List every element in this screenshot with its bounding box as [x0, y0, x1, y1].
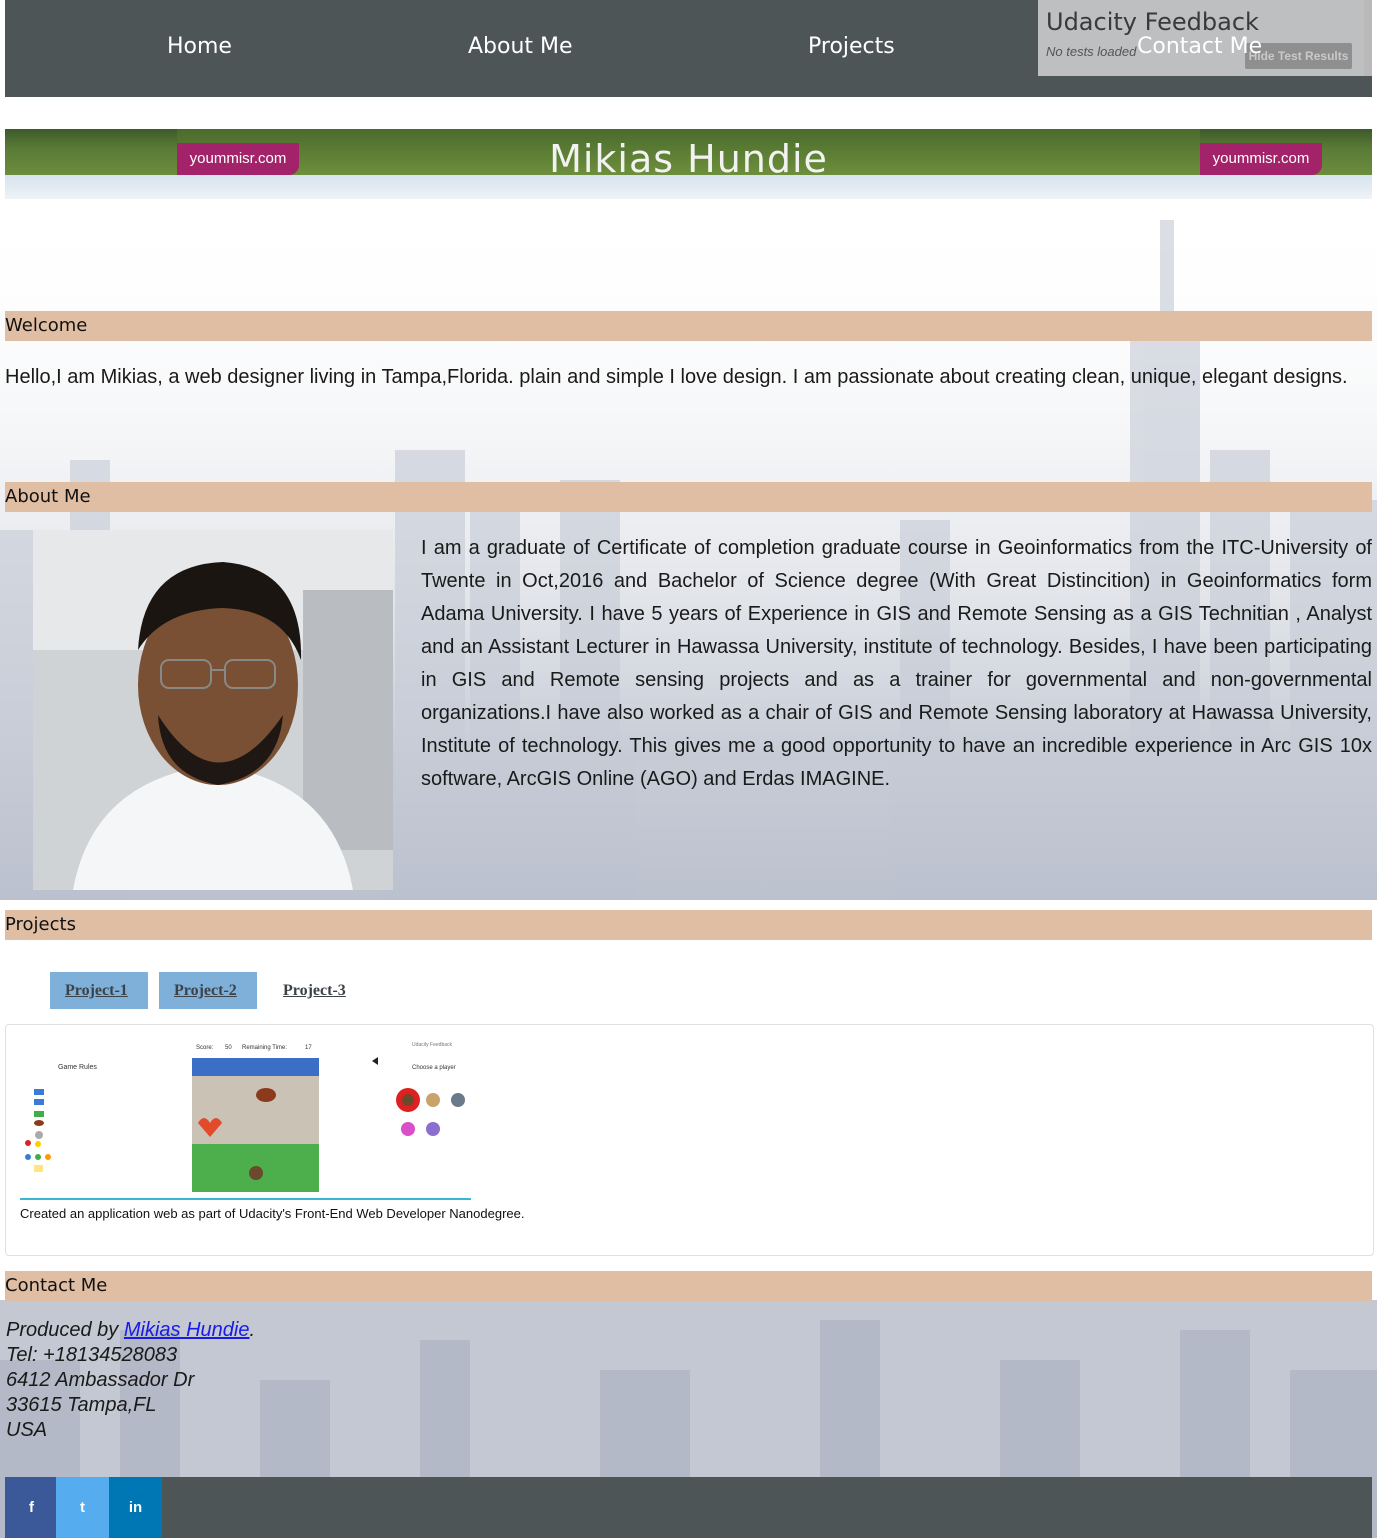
site-title: Mikias Hundie — [549, 137, 828, 181]
feedback-scrollbar[interactable] — [1364, 0, 1372, 76]
welcome-header: Welcome — [5, 311, 1372, 341]
contact-info: Produced by Mikias Hundie. Tel: +1813452… — [6, 1318, 255, 1443]
about-text: I am a graduate of Certificate of comple… — [421, 537, 1372, 790]
header-banner: yoummisr.com yoummisr.com Mikias Hundie — [5, 129, 1372, 199]
preview-time-label: Remaining Time: — [242, 1045, 287, 1051]
linkedin-icon[interactable]: in — [109, 1477, 162, 1538]
twitter-icon[interactable]: t — [56, 1477, 109, 1538]
contact-city: 33615 Tampa,FL — [6, 1394, 157, 1416]
welcome-text: Hello,I am Mikias, a web designer living… — [5, 366, 1348, 388]
contact-header: Contact Me — [5, 1271, 1372, 1301]
preview-mini-feedback: Udacity Feedback — [412, 1042, 453, 1048]
produced-by-line: Produced by Mikias Hundie. — [6, 1318, 255, 1343]
project-caption: Created an application web as part of Ud… — [20, 1206, 525, 1221]
facebook-icon[interactable]: f — [5, 1477, 58, 1538]
author-link[interactable]: Mikias Hundie — [124, 1319, 250, 1341]
preview-time-value: 17 — [305, 1045, 312, 1051]
profile-photo — [33, 530, 393, 890]
tab-project-1[interactable]: Project-1 — [50, 972, 148, 1009]
preview-rules-title: Game Rules — [58, 1064, 97, 1071]
nav-about-link[interactable]: About Me — [468, 34, 573, 59]
tab-project-2[interactable]: Project-2 — [159, 972, 257, 1009]
nav-contact-link[interactable]: Contact Me — [1137, 34, 1262, 59]
project-divider — [20, 1198, 471, 1200]
tab-project-3[interactable]: Project-3 — [268, 972, 366, 1009]
produced-by-period: . — [249, 1319, 256, 1341]
preview-choose-player: Choose a player — [412, 1065, 456, 1071]
preview-score-label: Score: — [196, 1045, 214, 1051]
preview-score-value: 50 — [225, 1045, 232, 1051]
about-header: About Me — [5, 482, 1372, 512]
project-panel: Game Rules Score: 50 Remaining Time: 17 … — [5, 1024, 1374, 1256]
produced-by-label: Produced by — [6, 1319, 119, 1341]
footer: f t in — [5, 1477, 1372, 1538]
projects-header: Projects — [5, 910, 1372, 940]
contact-country: USA — [6, 1419, 48, 1441]
feedback-status: No tests loaded — [1046, 44, 1137, 59]
feedback-title: Udacity Feedback — [1046, 8, 1259, 36]
nav-projects-link[interactable]: Projects — [808, 34, 895, 59]
contact-street: 6412 Ambassador Dr — [6, 1369, 195, 1391]
contact-phone: Tel: +18134528083 — [6, 1344, 178, 1366]
project-preview-image[interactable]: Game Rules Score: 50 Remaining Time: 17 … — [20, 1037, 472, 1199]
nav-home-link[interactable]: Home — [167, 34, 232, 59]
